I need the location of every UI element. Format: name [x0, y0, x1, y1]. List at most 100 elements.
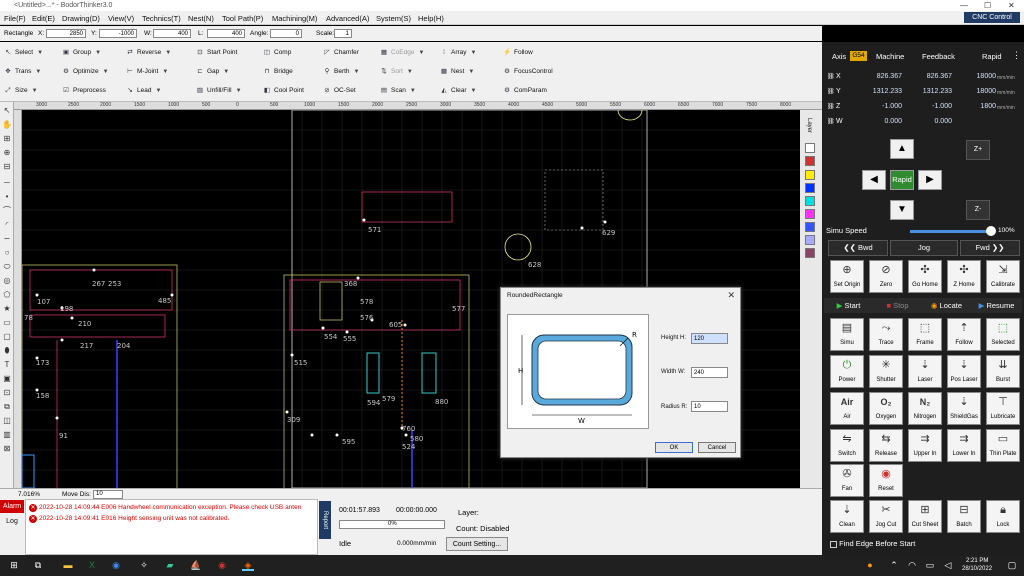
calibrate-button[interactable]: ⇲ Calibrate: [986, 260, 1020, 293]
chevron-down-icon[interactable]: ▼: [468, 69, 474, 75]
group-button[interactable]: ▣ Group ▼: [62, 44, 101, 62]
jog-button[interactable]: Jog: [890, 240, 958, 256]
menu-technics[interactable]: Technics(T): [142, 14, 181, 23]
locate-button[interactable]: ◉ Locate: [922, 298, 971, 313]
menu-view[interactable]: View(V): [108, 14, 134, 23]
layer-swatch-blue[interactable]: [805, 183, 815, 193]
offset-tool-icon[interactable]: ▥: [2, 430, 12, 440]
cancel-button[interactable]: Cancel: [698, 442, 736, 453]
app-icon[interactable]: ◉: [216, 559, 228, 571]
layer-swatch-lavender[interactable]: [805, 235, 815, 245]
rectangle-tool-icon[interactable]: ▭: [2, 318, 12, 328]
trans-button[interactable]: ✥ Trans ▼: [4, 63, 41, 81]
menu-edit[interactable]: Edit(E): [32, 14, 55, 23]
polygon-tool-icon[interactable]: ⬠: [2, 290, 12, 300]
upper-in-button[interactable]: ⇉ Upper In: [908, 429, 942, 462]
circle-tool-icon[interactable]: ○: [2, 248, 12, 258]
hand-tool-icon[interactable]: ✋: [2, 120, 12, 130]
burst-button[interactable]: ⇊ Burst: [986, 355, 1020, 388]
menu-help[interactable]: Help(H): [418, 14, 444, 23]
menu-drawing[interactable]: Drawing(D): [62, 14, 100, 23]
break-tool-icon[interactable]: ◫: [2, 416, 12, 426]
chevron-down-icon[interactable]: ▼: [223, 69, 229, 75]
zero-button[interactable]: ⊘ Zero: [869, 260, 903, 293]
stop-button[interactable]: ■ Stop: [873, 298, 922, 313]
curve-tool-icon[interactable]: ∽: [2, 234, 12, 244]
minimize-button[interactable]: —: [960, 1, 968, 10]
chevron-down-icon[interactable]: ▼: [410, 88, 416, 94]
star-tool-icon[interactable]: ★: [2, 304, 12, 314]
lock-button[interactable]: 🔒︎ Lock: [986, 500, 1020, 533]
bridge-button[interactable]: ⊓ Bridge: [263, 63, 292, 81]
find-edge-option[interactable]: Find Edge Before Start: [830, 539, 915, 548]
simu-speed-slider[interactable]: [910, 230, 990, 233]
fit-tool-icon[interactable]: ⊠: [2, 444, 12, 454]
count-setting-button[interactable]: Count Setting...: [446, 537, 508, 551]
layer-swatch-white[interactable]: [805, 143, 815, 153]
comparam-button[interactable]: ⚙ ComParam: [503, 82, 547, 100]
radius-input[interactable]: 10: [691, 401, 728, 412]
log-tab[interactable]: Log: [0, 515, 24, 528]
start-button[interactable]: ▶ Start: [824, 298, 873, 313]
polyline-tool-icon[interactable]: ⌒: [2, 206, 12, 216]
nest-button[interactable]: ▩ Nest ▼: [440, 63, 474, 81]
close-button[interactable]: ✕: [1008, 1, 1015, 10]
reset-button[interactable]: ◉ Reset: [869, 464, 903, 497]
mjoint-button[interactable]: ⊢ M-Joint ▼: [126, 63, 168, 81]
find-edge-checkbox[interactable]: [830, 540, 837, 548]
trim-tool-icon[interactable]: ⧉: [2, 402, 12, 412]
follow-toggle-button[interactable]: ⇡ Follow: [947, 318, 981, 351]
zoom-fit-icon[interactable]: ⊟: [2, 162, 12, 172]
x-input[interactable]: 2850: [46, 29, 86, 38]
layer-swatch-red[interactable]: [805, 156, 815, 166]
z-minus-button[interactable]: Z-: [966, 200, 990, 220]
thin-plate-button[interactable]: ▭ Thin Plate: [986, 429, 1020, 462]
image-tool-icon[interactable]: ▣: [2, 374, 12, 384]
width-input[interactable]: 240: [691, 367, 728, 378]
measure-tool-icon[interactable]: ⊡: [2, 388, 12, 398]
battery-icon[interactable]: ▭: [924, 559, 936, 571]
chevron-down-icon[interactable]: ▼: [471, 88, 477, 94]
rapid-mode-button[interactable]: Rapid: [890, 170, 914, 190]
cool-point-button[interactable]: ◧ Cool Point: [263, 82, 304, 100]
coordinate-system-badge[interactable]: G54: [850, 51, 867, 61]
layer-swatch-blue2[interactable]: [805, 222, 815, 232]
oc-set-button[interactable]: ⊘ OC-Set: [323, 82, 355, 100]
nitrogen-button[interactable]: N₂ Nitrogen: [908, 392, 942, 425]
chamfer-button[interactable]: ◸ Chamfer: [323, 44, 359, 62]
jog-left-button[interactable]: ◀: [862, 170, 886, 190]
simu-button[interactable]: ▤ Simu: [830, 318, 864, 351]
layer-swatch-mauve[interactable]: [805, 248, 815, 258]
menu-machining[interactable]: Machining(M): [272, 14, 317, 23]
coedge-button[interactable]: ▦ CoEdge ▼: [380, 44, 425, 62]
task-view-icon[interactable]: ⧉: [32, 559, 44, 571]
array-button[interactable]: ⁞ Array ▼: [440, 44, 476, 62]
w-input[interactable]: 400: [153, 29, 191, 38]
fan-button[interactable]: ✇ Fan: [830, 464, 864, 497]
preprocess-button[interactable]: ☑ Preprocess: [62, 82, 106, 100]
notifications-icon[interactable]: ▢: [1006, 559, 1018, 571]
jog-down-button[interactable]: ▼: [890, 200, 914, 220]
menu-nest[interactable]: Nest(N): [188, 14, 214, 23]
menu-system[interactable]: System(S): [376, 14, 411, 23]
shieldgas-button[interactable]: ⇣ ShieldGas: [947, 392, 981, 425]
chevron-down-icon[interactable]: ▼: [165, 50, 171, 56]
resume-button[interactable]: ▶ Resume: [971, 298, 1022, 313]
laser-button[interactable]: ⇣ Laser: [908, 355, 942, 388]
start-point-button[interactable]: ⊡ Start Point: [196, 44, 237, 62]
clock-date[interactable]: 28/10/2022: [962, 566, 992, 572]
forward-button[interactable]: Fwd ❯❯: [960, 240, 1020, 256]
app-icon[interactable]: ✧: [138, 559, 150, 571]
clock-time[interactable]: 2:21 PM: [966, 558, 988, 564]
select-tool-icon[interactable]: ↖: [2, 106, 12, 116]
berth-button[interactable]: ⚲ Berth ▼: [323, 63, 360, 81]
chevron-down-icon[interactable]: ▼: [103, 69, 109, 75]
chevron-down-icon[interactable]: ▼: [407, 69, 413, 75]
app-icon[interactable]: ⛵: [190, 559, 202, 571]
optimize-button[interactable]: ⚙ Optimize ▼: [62, 63, 109, 81]
z-plus-button[interactable]: Z+: [966, 140, 990, 160]
jog-cut-button[interactable]: ✂ Jog Cut: [869, 500, 903, 533]
layer-swatch-magenta[interactable]: [805, 209, 815, 219]
y-input[interactable]: -1000: [99, 29, 137, 38]
ok-button[interactable]: OK: [655, 442, 693, 453]
